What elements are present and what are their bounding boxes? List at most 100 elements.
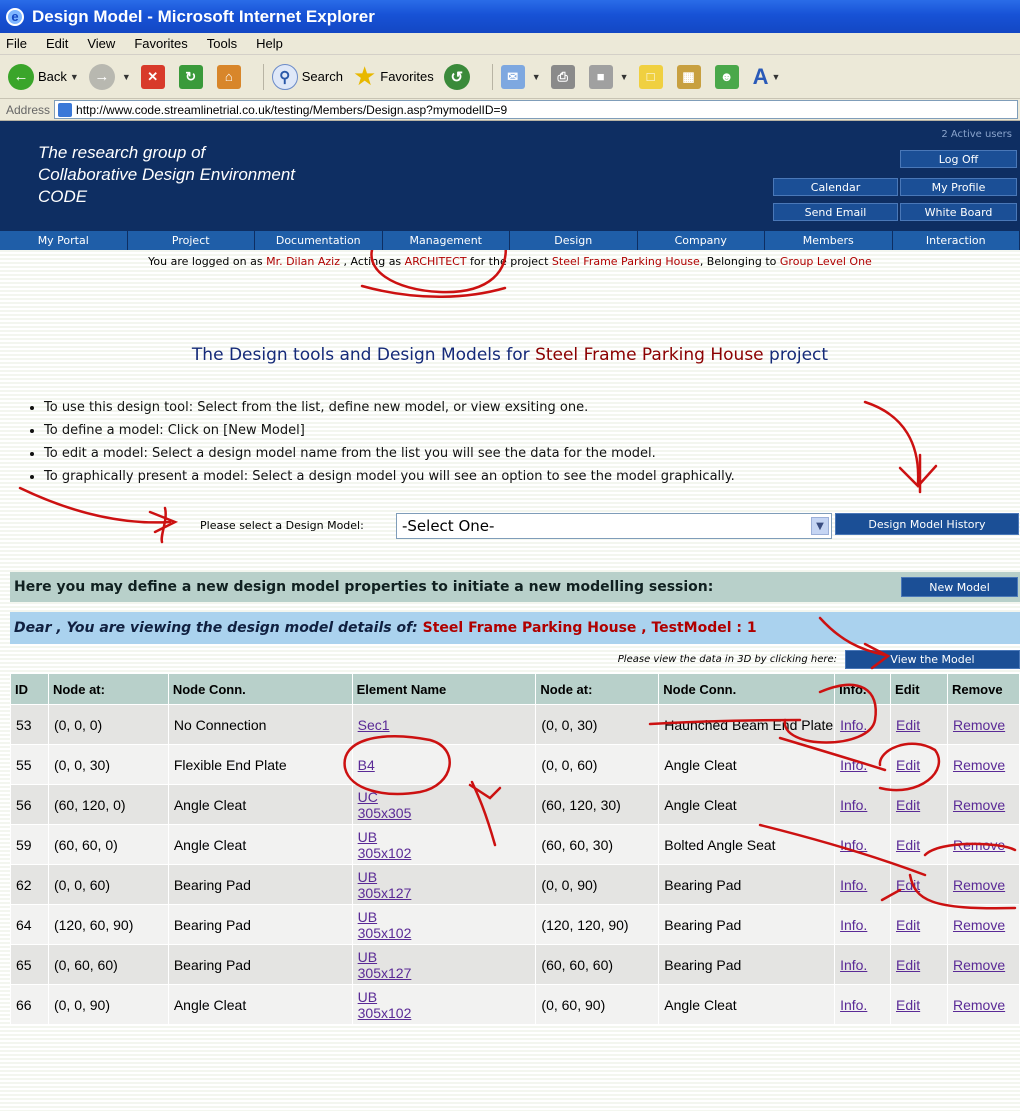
info-link[interactable]: Info. xyxy=(840,717,867,733)
info-link[interactable]: Info. xyxy=(840,877,867,893)
edit-page-button[interactable]: ■ ▼ xyxy=(588,64,629,89)
messenger-button[interactable]: ☻ xyxy=(714,64,743,89)
nav-management[interactable]: Management xyxy=(383,231,510,250)
remove-link[interactable]: Remove xyxy=(953,917,1005,933)
send-email-button[interactable]: Send Email xyxy=(773,203,898,221)
element-name-link[interactable]: UB 305x102 xyxy=(358,989,412,1021)
stop-button[interactable]: ✕ xyxy=(140,64,169,89)
history-button[interactable]: ↺ xyxy=(443,63,474,90)
remove-link[interactable]: Remove xyxy=(953,877,1005,893)
cell-node-at: (0, 0, 60) xyxy=(47,864,169,905)
view-3d-text: Please view the data in 3D by clicking h… xyxy=(617,654,837,665)
print-button[interactable]: ⎙ xyxy=(550,64,579,89)
refresh-button[interactable]: ↻ xyxy=(178,64,207,89)
element-name-link[interactable]: UC 305x305 xyxy=(358,789,412,821)
header-edit: Edit xyxy=(890,673,948,705)
cell-info: Info. xyxy=(834,864,892,905)
element-name-link[interactable]: Sec1 xyxy=(358,717,390,733)
cell-edit: Edit xyxy=(890,824,948,865)
address-input[interactable]: http://www.code.streamlinetrial.co.uk/te… xyxy=(54,100,1018,119)
view-model-button[interactable]: View the Model xyxy=(845,650,1020,669)
menu-help[interactable]: Help xyxy=(256,36,283,51)
info-link[interactable]: Info. xyxy=(840,917,867,933)
design-model-select[interactable]: -Select One- ▼ xyxy=(396,513,832,539)
remove-link[interactable]: Remove xyxy=(953,837,1005,853)
nav-members[interactable]: Members xyxy=(765,231,893,250)
cell-remove: Remove xyxy=(946,904,1020,945)
my-profile-button[interactable]: My Profile xyxy=(900,178,1017,196)
info-link[interactable]: Info. xyxy=(840,957,867,973)
cell-element-name: UB 305x102 xyxy=(351,904,537,945)
edit-link[interactable]: Edit xyxy=(896,717,920,733)
element-name-link[interactable]: UB 305x102 xyxy=(358,909,412,941)
menu-view[interactable]: View xyxy=(87,36,115,51)
cell-info: Info. xyxy=(834,744,892,785)
new-model-button[interactable]: New Model xyxy=(901,577,1018,597)
cell-element-name: UB 305x102 xyxy=(351,824,537,865)
edit-link[interactable]: Edit xyxy=(896,837,920,853)
info-link[interactable]: Info. xyxy=(840,757,867,773)
remove-link[interactable]: Remove xyxy=(953,957,1005,973)
edit-link[interactable]: Edit xyxy=(896,877,920,893)
table-row: 59 (60, 60, 0) Angle Cleat UB 305x102 (60, 60… xyxy=(10,824,1020,865)
nav-company[interactable]: Company xyxy=(638,231,765,250)
text-size-button[interactable]: A ▼ xyxy=(753,64,781,90)
notes-button[interactable]: □ xyxy=(638,64,667,89)
cell-element-name: UC 305x305 xyxy=(351,784,537,825)
favorites-star-icon: ★ xyxy=(352,61,377,91)
element-name-link[interactable]: UB 305x102 xyxy=(358,829,412,861)
calendar-button[interactable]: Calendar xyxy=(773,178,898,196)
design-model-history-button[interactable]: Design Model History xyxy=(835,513,1019,535)
nav-interaction[interactable]: Interaction xyxy=(893,231,1020,250)
menu-favorites[interactable]: Favorites xyxy=(134,36,187,51)
mail-button[interactable]: ✉ ▼ xyxy=(500,64,541,89)
chevron-down-icon[interactable]: ▼ xyxy=(811,517,829,535)
favorites-button[interactable]: ★ Favorites xyxy=(353,61,434,92)
home-icon: ⌂ xyxy=(216,64,241,89)
forward-button[interactable]: → ▼ xyxy=(88,63,131,90)
nav-design[interactable]: Design xyxy=(510,231,638,250)
research-button[interactable]: ▦ xyxy=(676,64,705,89)
edit-link[interactable]: Edit xyxy=(896,917,920,933)
element-name-link[interactable]: UB 305x127 xyxy=(358,869,412,901)
info-link[interactable]: Info. xyxy=(840,837,867,853)
cell-node-conn: Bearing Pad xyxy=(167,944,353,985)
info-link[interactable]: Info. xyxy=(840,997,867,1013)
menu-file[interactable]: File xyxy=(6,36,27,51)
nav-documentation[interactable]: Documentation xyxy=(255,231,383,250)
back-arrow-icon: ← xyxy=(8,63,34,90)
remove-link[interactable]: Remove xyxy=(953,757,1005,773)
remove-link[interactable]: Remove xyxy=(953,717,1005,733)
edit-link[interactable]: Edit xyxy=(896,757,920,773)
logoff-button[interactable]: Log Off xyxy=(900,150,1017,168)
active-users-count: 2 Active users xyxy=(941,129,1012,140)
cell-node-at: (0, 0, 30) xyxy=(47,744,169,785)
nav-project[interactable]: Project xyxy=(128,231,255,250)
print-icon: ⎙ xyxy=(550,64,575,89)
edit-link[interactable]: Edit xyxy=(896,797,920,813)
edit-link[interactable]: Edit xyxy=(896,957,920,973)
element-name-link[interactable]: B4 xyxy=(358,757,375,773)
home-button[interactable]: ⌂ xyxy=(216,64,245,89)
menu-tools[interactable]: Tools xyxy=(207,36,237,51)
cell-node-conn: Bearing Pad xyxy=(658,944,836,985)
white-board-button[interactable]: White Board xyxy=(900,203,1017,221)
menu-edit[interactable]: Edit xyxy=(46,36,68,51)
table-row: 64 (120, 60, 90) Bearing Pad UB 305x102 (120,… xyxy=(10,904,1020,945)
cell-node-conn: Angle Cleat xyxy=(167,784,353,825)
cell-remove: Remove xyxy=(946,984,1020,1025)
remove-link[interactable]: Remove xyxy=(953,797,1005,813)
history-icon: ↺ xyxy=(443,63,470,90)
back-button[interactable]: ← Back ▼ xyxy=(8,63,79,90)
window-title: Design Model - Microsoft Internet Explor… xyxy=(32,6,375,26)
search-button[interactable]: ⚲ Search xyxy=(271,63,343,90)
info-link[interactable]: Info. xyxy=(840,797,867,813)
instruction-item: To define a model: Click on [New Model] xyxy=(44,419,735,442)
edit-link[interactable]: Edit xyxy=(896,997,920,1013)
nav-my-portal[interactable]: My Portal xyxy=(0,231,128,250)
cell-info: Info. xyxy=(834,784,892,825)
cell-info: Info. xyxy=(834,824,892,865)
element-name-link[interactable]: UB 305x127 xyxy=(358,949,412,981)
cell-id: 56 xyxy=(10,784,49,825)
remove-link[interactable]: Remove xyxy=(953,997,1005,1013)
